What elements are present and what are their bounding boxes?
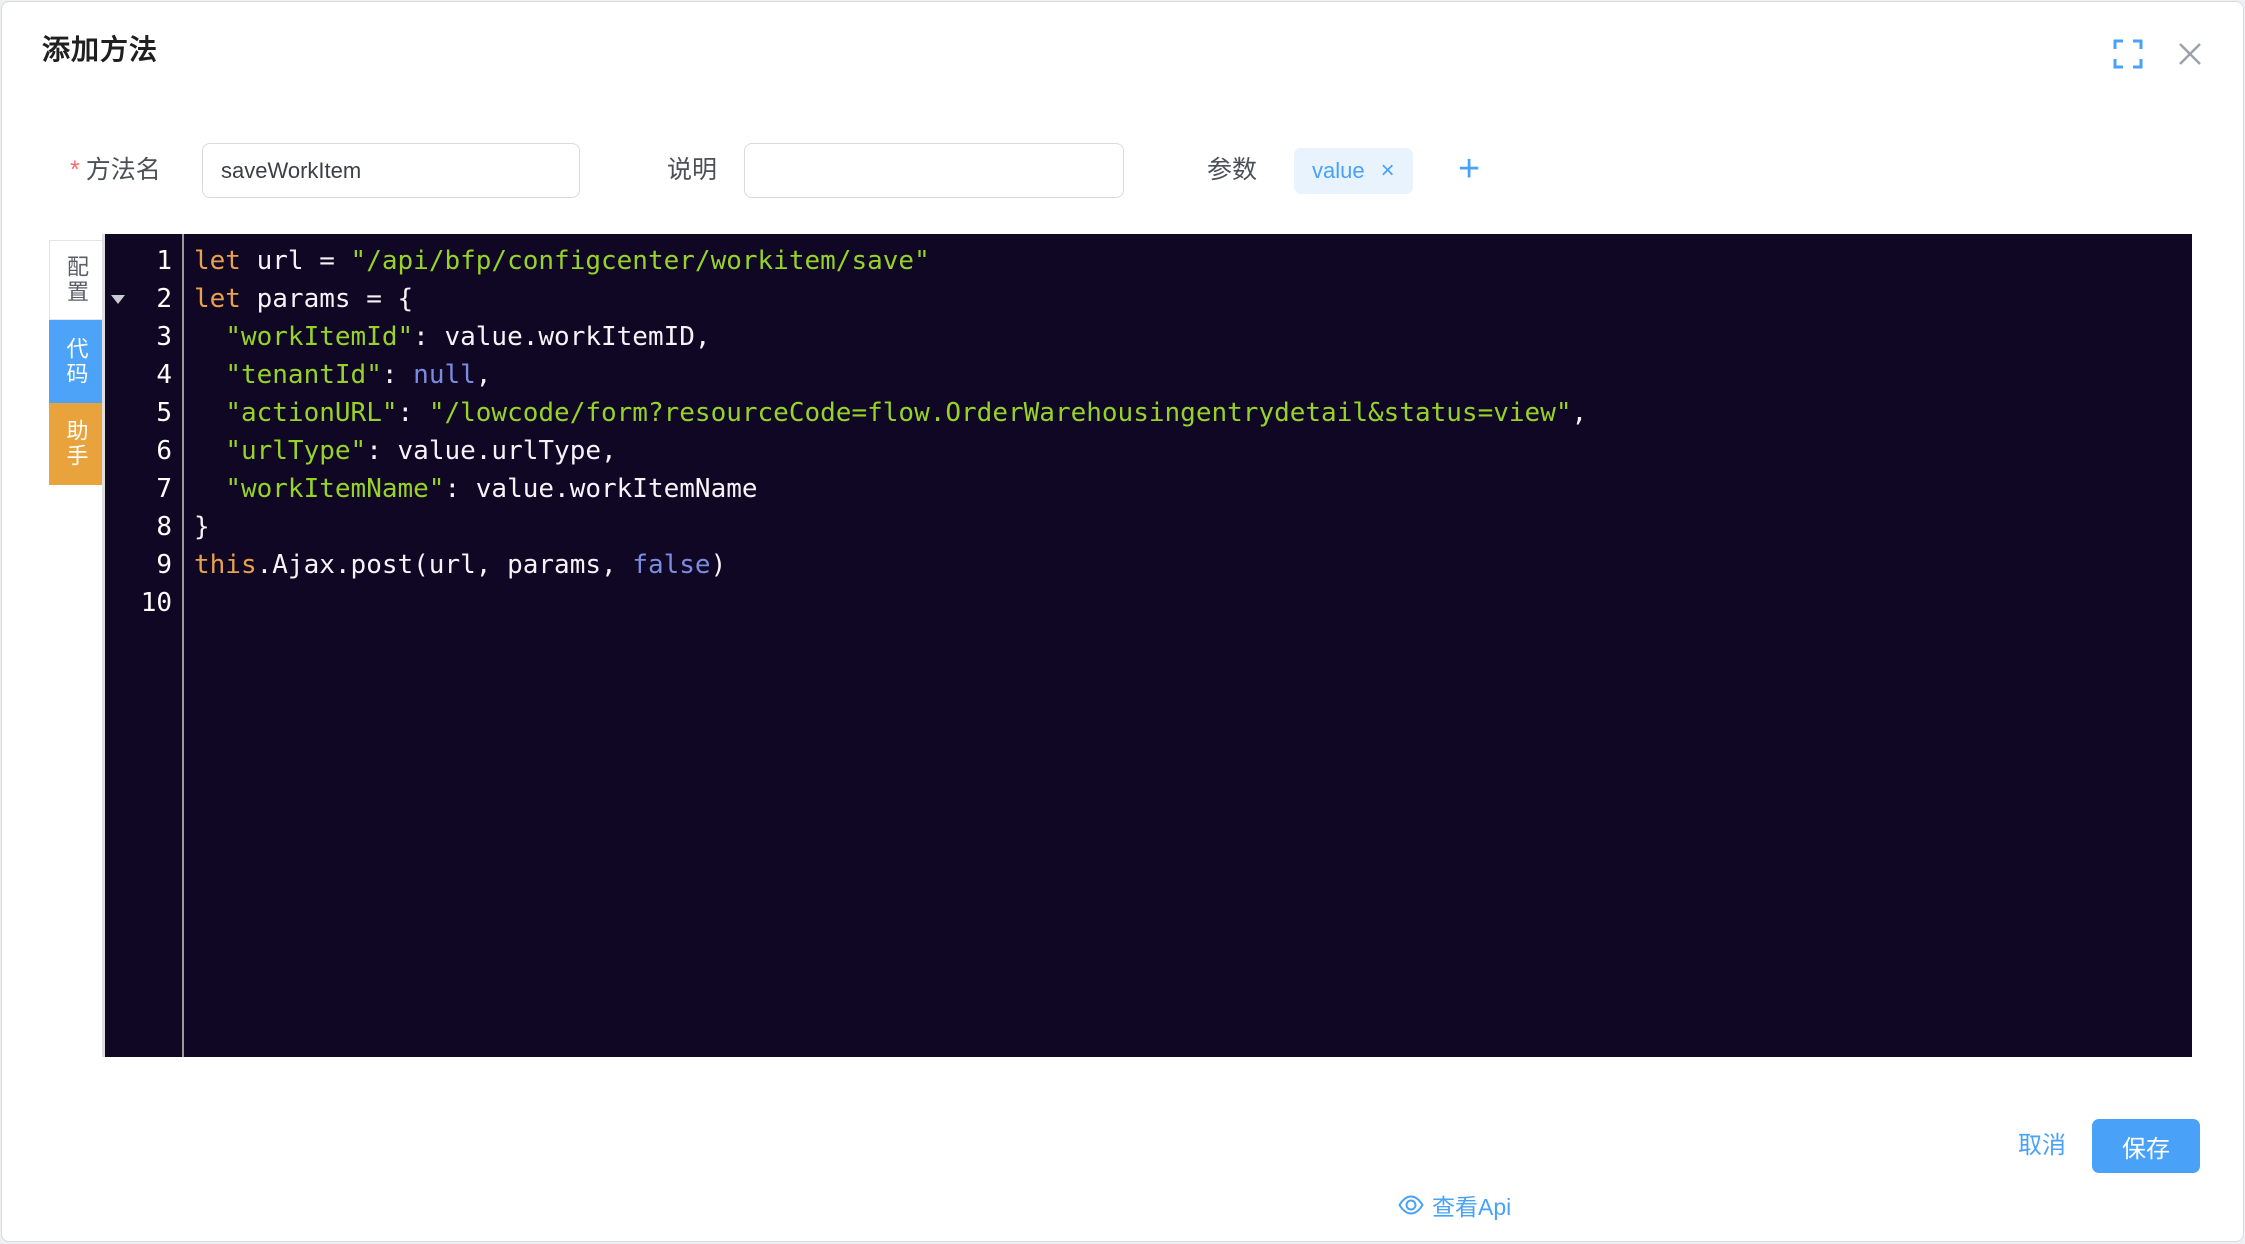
code-token-plain: [194, 474, 225, 504]
eye-icon: [1398, 1192, 1424, 1218]
editor-code[interactable]: let url = "/api/bfp/configcenter/workite…: [184, 234, 2192, 1057]
code-token-str: "/api/bfp/configcenter/workitem/save": [351, 246, 930, 276]
code-token-str: "actionURL": [225, 398, 397, 428]
code-line[interactable]: "tenantId": null,: [194, 356, 2192, 394]
code-line[interactable]: [194, 584, 2192, 622]
code-token-plain: : value.workItemID,: [413, 322, 710, 352]
param-tag-remove-icon[interactable]: ×: [1381, 159, 1395, 183]
required-asterisk: *: [70, 156, 80, 184]
description-label: 说明: [667, 143, 717, 198]
code-token-plain: ): [711, 550, 727, 580]
code-token-str: "urlType": [225, 436, 366, 466]
line-number: 7: [105, 470, 172, 508]
fullscreen-icon-svg: [2113, 39, 2143, 69]
code-token-kw: this: [194, 550, 257, 580]
code-line[interactable]: "workItemName": value.workItemName: [194, 470, 2192, 508]
code-token-str: "tenantId": [225, 360, 382, 390]
save-button[interactable]: 保存: [2092, 1119, 2200, 1173]
line-number: 3: [105, 318, 172, 356]
tab-code-label: 代码: [60, 337, 92, 387]
tab-assistant[interactable]: 助手: [49, 403, 102, 485]
code-line[interactable]: }: [194, 508, 2192, 546]
line-number: 10: [105, 584, 172, 622]
code-token-plain: .Ajax.post(url, params,: [257, 550, 633, 580]
dialog-title: 添加方法: [42, 28, 158, 68]
code-editor[interactable]: 12345678910 let url = "/api/bfp/configce…: [102, 234, 2192, 1057]
line-number: 1: [105, 242, 172, 280]
code-token-plain: url =: [241, 246, 351, 276]
close-icon-svg: [2176, 40, 2204, 68]
close-icon[interactable]: [2174, 38, 2206, 70]
line-number: 5: [105, 394, 172, 432]
tab-code[interactable]: 代码: [49, 320, 102, 403]
cancel-button[interactable]: 取消: [2018, 1119, 2066, 1173]
param-tag-text: value: [1312, 158, 1365, 184]
code-token-atom: false: [632, 550, 710, 580]
line-number: 6: [105, 432, 172, 470]
code-token-str: "/lowcode/form?resourceCode=flow.OrderWa…: [429, 398, 1572, 428]
fullscreen-icon[interactable]: [2112, 38, 2144, 70]
code-token-plain: : value.workItemName: [444, 474, 757, 504]
code-token-plain: ,: [476, 360, 492, 390]
editor-gutter: 12345678910: [105, 234, 184, 1057]
code-token-atom: null: [413, 360, 476, 390]
tab-config[interactable]: 配置: [49, 240, 102, 320]
fold-arrow-icon[interactable]: [111, 295, 125, 304]
params-label: 参数: [1207, 143, 1257, 198]
code-token-plain: params = {: [241, 284, 413, 314]
code-token-str: "workItemId": [225, 322, 413, 352]
tab-assistant-label: 助手: [60, 419, 92, 469]
tab-config-label: 配置: [60, 255, 92, 305]
code-token-plain: [194, 360, 225, 390]
code-token-plain: :: [398, 398, 429, 428]
code-token-plain: :: [382, 360, 413, 390]
code-token-plain: [194, 436, 225, 466]
line-number: 9: [105, 546, 172, 584]
code-token-kw: let: [194, 284, 241, 314]
code-line[interactable]: let url = "/api/bfp/configcenter/workite…: [194, 242, 2192, 280]
code-token-str: "workItemName": [225, 474, 444, 504]
code-token-plain: }: [194, 512, 210, 542]
code-token-plain: [194, 398, 225, 428]
add-param-button[interactable]: +: [1450, 143, 1488, 198]
code-line[interactable]: "workItemId": value.workItemID,: [194, 318, 2192, 356]
param-tag-value[interactable]: value ×: [1294, 148, 1413, 194]
code-line[interactable]: this.Ajax.post(url, params, false): [194, 546, 2192, 584]
method-name-label-text: 方法名: [86, 156, 161, 184]
view-api-label: 查看Api: [1432, 1188, 1511, 1222]
code-line[interactable]: "actionURL": "/lowcode/form?resourceCode…: [194, 394, 2192, 432]
view-api-link[interactable]: 查看Api: [1398, 1188, 1511, 1222]
code-token-plain: [194, 322, 225, 352]
code-token-kw: let: [194, 246, 241, 276]
line-number: 8: [105, 508, 172, 546]
code-line[interactable]: "urlType": value.urlType,: [194, 432, 2192, 470]
code-token-plain: : value.urlType,: [366, 436, 616, 466]
method-name-label: *方法名: [70, 143, 161, 198]
editor-tab-column: 配置 代码 助手: [49, 240, 102, 485]
method-name-input[interactable]: [202, 143, 580, 198]
line-number: 4: [105, 356, 172, 394]
add-method-dialog: 添加方法 *方法名 说明 参数 value × + 配置 代码 助手 12345…: [1, 1, 2244, 1242]
description-input[interactable]: [744, 143, 1124, 198]
code-token-plain: ,: [1572, 398, 1588, 428]
code-line[interactable]: let params = {: [194, 280, 2192, 318]
